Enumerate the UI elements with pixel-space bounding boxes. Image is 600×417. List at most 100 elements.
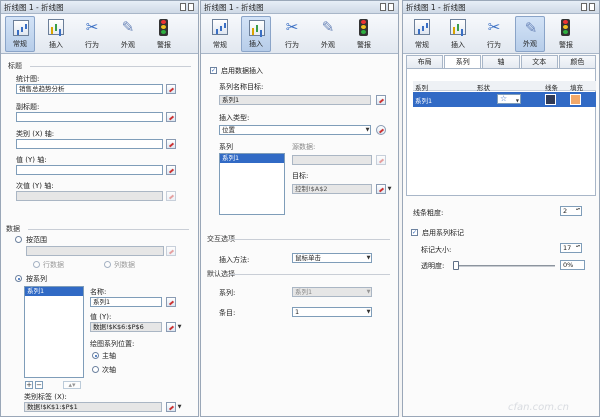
enable-insert-label: 启用数据插入 bbox=[221, 67, 263, 75]
tab-insert[interactable]: 插入 bbox=[41, 16, 71, 52]
category-axis-input[interactable] bbox=[16, 139, 163, 149]
window-controls[interactable] bbox=[180, 3, 196, 12]
tab-alerts[interactable]: 警报 bbox=[349, 16, 379, 52]
cell-picker-icon bbox=[376, 155, 386, 165]
line-width-spinner[interactable]: 2 bbox=[560, 206, 582, 216]
pin-icon[interactable] bbox=[180, 3, 186, 11]
properties-panel-appearance: 折线图 1 - 折线图 常规 插入 ✂ 行为 ✎ 外观 警报 布局 系列 轴 文本 … bbox=[402, 0, 600, 417]
tab-appearance[interactable]: ✎ 外观 bbox=[515, 16, 545, 52]
pin-icon[interactable] bbox=[380, 3, 386, 11]
list-item[interactable]: 系列1 bbox=[220, 154, 284, 163]
secondary-axis-label: 次值 (Y) 轴: bbox=[16, 182, 54, 190]
subtab-text[interactable]: 文本 bbox=[520, 55, 558, 68]
tab-alerts-label: 警报 bbox=[157, 41, 171, 49]
target-input[interactable]: 控制!$A$2 bbox=[292, 184, 372, 194]
by-range-radio[interactable] bbox=[15, 236, 22, 243]
list-item[interactable]: 系列1 bbox=[25, 287, 83, 296]
cell-picker-icon[interactable] bbox=[166, 165, 176, 175]
window-controls[interactable] bbox=[581, 3, 597, 12]
panel-title-bar[interactable]: 折线图 1 - 折线图 bbox=[1, 1, 198, 14]
chart-title-input[interactable]: 销售总趋势分析 bbox=[16, 84, 163, 94]
subtab-series[interactable]: 系列 bbox=[444, 55, 482, 69]
series-list[interactable]: 系列1 bbox=[24, 286, 84, 378]
insert-series-list[interactable]: 系列1 bbox=[219, 153, 285, 215]
insert-type-select[interactable]: 位置 bbox=[219, 125, 371, 135]
value-axis-input[interactable] bbox=[16, 165, 163, 175]
transparency-input[interactable]: 0% bbox=[560, 260, 585, 270]
subtab-color[interactable]: 颜色 bbox=[558, 55, 597, 68]
cell-picker-icon[interactable] bbox=[376, 95, 386, 105]
subtab-axis[interactable]: 轴 bbox=[482, 55, 520, 68]
tab-general[interactable]: 常规 bbox=[5, 16, 35, 52]
tab-behavior[interactable]: ✂ 行为 bbox=[77, 16, 107, 52]
chevron-down-icon[interactable]: ▼ bbox=[177, 322, 182, 332]
transparency-slider-thumb[interactable] bbox=[453, 261, 459, 270]
default-selection-heading: 默认选择 bbox=[207, 269, 392, 279]
category-labels-input[interactable]: 数据!$K$1:$P$1 bbox=[24, 402, 162, 412]
secondary-axis-input bbox=[16, 191, 163, 201]
cell-picker-icon[interactable] bbox=[376, 184, 386, 194]
remove-series-button[interactable]: − bbox=[35, 381, 43, 389]
info-icon[interactable] bbox=[376, 125, 386, 135]
cell-picker-icon[interactable] bbox=[166, 84, 176, 94]
ribbon: 常规 插入 ✂ 行为 ✎ 外观 警报 bbox=[403, 14, 599, 54]
tab-alerts[interactable]: 警报 bbox=[551, 16, 581, 52]
tab-appearance[interactable]: ✎ 外观 bbox=[313, 16, 343, 52]
section-title-heading: 标题 bbox=[8, 61, 193, 71]
tab-behavior-label: 行为 bbox=[285, 41, 299, 49]
tab-behavior[interactable]: ✂ 行为 bbox=[479, 16, 509, 52]
window-controls[interactable] bbox=[380, 3, 396, 12]
tab-general[interactable]: 常规 bbox=[205, 16, 235, 52]
close-icon[interactable] bbox=[589, 3, 595, 11]
by-series-radio[interactable] bbox=[15, 275, 22, 282]
pin-icon[interactable] bbox=[581, 3, 587, 11]
tab-insert[interactable]: 插入 bbox=[241, 16, 271, 52]
primary-axis-radio[interactable] bbox=[92, 352, 99, 359]
interaction-section-heading: 交互选项 bbox=[207, 234, 392, 244]
series-values-input[interactable]: 数据!$K$6:$P$6 bbox=[90, 322, 162, 332]
cell-picker-icon[interactable] bbox=[166, 297, 176, 307]
tab-insert[interactable]: 插入 bbox=[443, 16, 473, 52]
cell-picker-icon[interactable] bbox=[166, 139, 176, 149]
insert-method-select[interactable]: 鼠标单击 bbox=[292, 253, 372, 263]
insert-method-label: 插入方法: bbox=[219, 256, 250, 264]
secondary-axis-radio[interactable] bbox=[92, 366, 99, 373]
panel-title-bar[interactable]: 折线图 1 - 折线图 bbox=[403, 1, 599, 14]
tools-icon: ✂ bbox=[285, 18, 299, 36]
marker-size-spinner[interactable]: 17 bbox=[560, 243, 582, 253]
panel-title: 折线图 1 - 折线图 bbox=[204, 3, 264, 12]
chevron-down-icon[interactable]: ▼ bbox=[365, 125, 370, 135]
subtitle-input[interactable] bbox=[16, 112, 163, 122]
fill-color-swatch[interactable] bbox=[570, 94, 581, 105]
tab-alerts[interactable]: 警报 bbox=[149, 16, 179, 52]
panel-title-bar[interactable]: 折线图 1 - 折线图 bbox=[201, 1, 398, 14]
close-icon[interactable] bbox=[388, 3, 394, 11]
close-icon[interactable] bbox=[188, 3, 194, 11]
cell-picker-icon[interactable] bbox=[166, 402, 176, 412]
chevron-down-icon[interactable]: ▼ bbox=[387, 184, 392, 194]
series-name-input[interactable]: 系列1 bbox=[90, 297, 162, 307]
chevron-down-icon[interactable]: ▼ bbox=[366, 253, 371, 263]
chevron-down-icon[interactable]: ▼ bbox=[366, 307, 371, 317]
add-series-button[interactable]: + bbox=[25, 381, 33, 389]
item-select[interactable]: 1 bbox=[292, 307, 372, 317]
cell-picker-icon[interactable] bbox=[166, 112, 176, 122]
tab-appearance[interactable]: ✎ 外观 bbox=[113, 16, 143, 52]
cell-picker-icon[interactable] bbox=[166, 322, 176, 332]
transparency-slider[interactable] bbox=[453, 265, 555, 267]
chart-title-label: 统计图: bbox=[16, 75, 40, 83]
line-color-swatch[interactable] bbox=[545, 94, 556, 105]
series-style-table: 系列 形状 线条 填充 系列1 ☆ ▼ bbox=[406, 68, 596, 196]
series-name-target-input[interactable]: 系列1 bbox=[219, 95, 371, 105]
tab-appearance-label: 外观 bbox=[321, 41, 335, 49]
chevron-down-icon: ▼ bbox=[366, 289, 371, 295]
subtab-layout[interactable]: 布局 bbox=[406, 55, 444, 68]
tab-behavior[interactable]: ✂ 行为 bbox=[277, 16, 307, 52]
enable-insert-checkbox[interactable]: ✓ bbox=[210, 67, 217, 74]
chevron-down-icon[interactable]: ▼ bbox=[177, 402, 182, 412]
tab-general[interactable]: 常规 bbox=[407, 16, 437, 52]
table-row[interactable]: 系列1 ☆ ▼ bbox=[413, 92, 596, 107]
enable-marker-checkbox[interactable]: ✓ bbox=[411, 229, 418, 236]
line-width-label: 线条粗度: bbox=[413, 209, 444, 217]
marker-shape-select[interactable]: ☆ ▼ bbox=[497, 94, 521, 104]
